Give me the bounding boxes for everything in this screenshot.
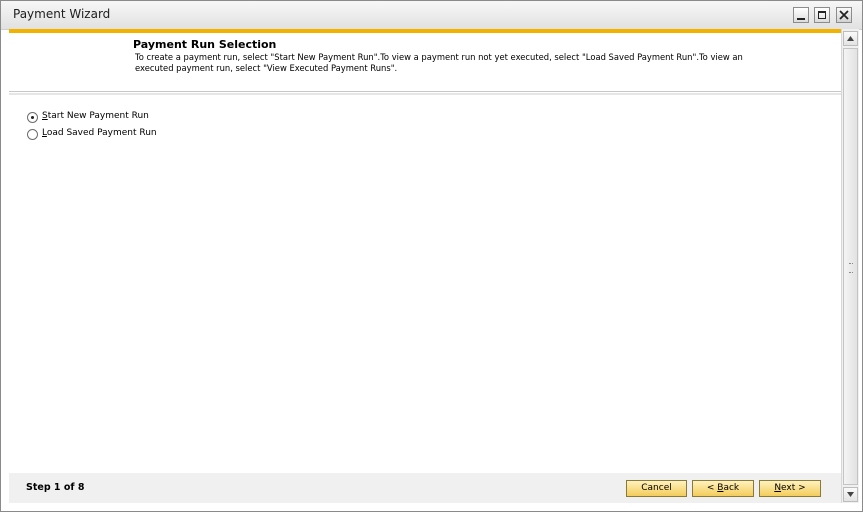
start-new-payment-run-label[interactable]: Start New Payment Run — [42, 111, 149, 121]
options-panel: Start New Payment Run Load Saved Payment… — [9, 97, 841, 473]
page-title: Payment Run Selection — [133, 38, 277, 51]
header-divider-shadow — [9, 93, 841, 95]
minimize-icon — [797, 18, 805, 20]
close-icon — [839, 10, 849, 20]
next-button[interactable]: Next > — [759, 480, 821, 497]
title-bar[interactable]: Payment Wizard — [1, 1, 862, 30]
wizard-header: Payment Run Selection To create a paymen… — [9, 33, 841, 91]
payment-wizard-window: Payment Wizard Payment Run Selection To … — [0, 0, 863, 512]
maximize-button[interactable] — [814, 7, 830, 23]
maximize-icon — [818, 11, 826, 19]
vertical-scrollbar[interactable] — [841, 29, 859, 503]
header-divider — [9, 91, 841, 92]
scroll-grip — [849, 263, 853, 273]
start-new-payment-run-radio[interactable] — [27, 112, 38, 123]
minimize-button[interactable] — [793, 7, 809, 23]
back-button[interactable]: < Back — [692, 480, 754, 497]
step-indicator: Step 1 of 8 — [26, 482, 85, 493]
chevron-down-icon — [847, 492, 854, 497]
chevron-up-icon — [847, 36, 854, 41]
page-description: To create a payment run, select "Start N… — [135, 52, 743, 73]
scroll-down-button[interactable] — [843, 487, 858, 502]
load-saved-payment-run-label[interactable]: Load Saved Payment Run — [42, 128, 157, 138]
scroll-up-button[interactable] — [843, 31, 858, 46]
close-button[interactable] — [836, 7, 852, 23]
load-saved-payment-run-radio[interactable] — [27, 129, 38, 140]
cancel-button[interactable]: Cancel — [626, 480, 687, 497]
wizard-footer: Step 1 of 8 Cancel < Back Next > — [9, 473, 841, 503]
scroll-thumb[interactable] — [843, 48, 858, 485]
window-title: Payment Wizard — [13, 7, 111, 21]
